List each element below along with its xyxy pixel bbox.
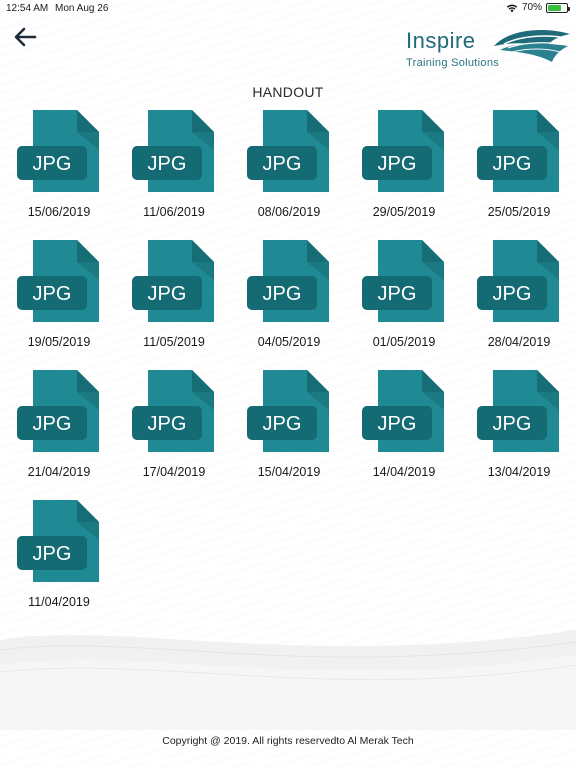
file-type-label: JPG xyxy=(378,153,417,175)
file-date: 15/06/2019 xyxy=(27,205,91,219)
file-item[interactable]: JPG 11/06/2019 xyxy=(116,108,216,226)
file-type-label: JPG xyxy=(493,153,532,175)
jpg-file-icon: JPG xyxy=(247,110,329,192)
file-item[interactable]: JPG 14/04/2019 xyxy=(346,368,446,486)
jpg-file-icon: JPG xyxy=(17,240,99,322)
jpg-file-icon: JPG xyxy=(17,500,99,582)
jpg-file-icon: JPG xyxy=(17,110,99,192)
jpg-file-icon: JPG xyxy=(477,240,559,322)
file-type-label: JPG xyxy=(493,413,532,435)
jpg-file-icon: JPG xyxy=(362,110,444,192)
file-type-label: JPG xyxy=(263,413,302,435)
jpg-file-icon: JPG xyxy=(477,370,559,452)
battery-icon xyxy=(546,2,570,13)
back-button[interactable] xyxy=(10,24,40,50)
file-item[interactable]: JPG 08/06/2019 xyxy=(231,108,331,226)
file-date: 21/04/2019 xyxy=(27,465,91,479)
file-type-label: JPG xyxy=(263,283,302,305)
file-item[interactable]: JPG 19/05/2019 xyxy=(1,238,101,356)
file-date: 11/06/2019 xyxy=(143,205,205,219)
file-item[interactable]: JPG 11/05/2019 xyxy=(116,238,216,356)
file-date: 08/06/2019 xyxy=(257,205,321,219)
file-item[interactable]: JPG 17/04/2019 xyxy=(116,368,216,486)
battery-percent: 70% xyxy=(521,2,542,13)
file-type-label: JPG xyxy=(33,543,72,565)
logo-subtitle: Training Solutions xyxy=(406,57,500,69)
file-date: 25/05/2019 xyxy=(487,205,551,219)
file-item[interactable]: JPG 28/04/2019 xyxy=(461,238,561,356)
jpg-file-icon: JPG xyxy=(132,240,214,322)
logo-word: Inspire xyxy=(406,28,476,53)
file-item[interactable]: JPG 29/05/2019 xyxy=(346,108,446,226)
jpg-file-icon: JPG xyxy=(132,370,214,452)
file-date: 13/04/2019 xyxy=(487,465,551,479)
file-type-label: JPG xyxy=(378,283,417,305)
status-date: Mon Aug 26 xyxy=(55,3,109,14)
file-item[interactable]: JPG 13/04/2019 xyxy=(461,368,561,486)
file-type-label: JPG xyxy=(148,413,187,435)
status-right: 70% xyxy=(506,2,570,13)
file-date: 01/05/2019 xyxy=(372,335,436,349)
file-item[interactable]: JPG 15/04/2019 xyxy=(231,368,331,486)
file-date: 17/04/2019 xyxy=(142,465,206,479)
jpg-file-icon: JPG xyxy=(247,370,329,452)
file-type-label: JPG xyxy=(33,413,72,435)
file-date: 11/04/2019 xyxy=(28,595,90,609)
brand-logo: Inspire Training Solutions xyxy=(404,24,572,74)
file-item[interactable]: JPG 21/04/2019 xyxy=(1,368,101,486)
jpg-file-icon: JPG xyxy=(477,110,559,192)
file-item[interactable]: JPG 01/05/2019 xyxy=(346,238,446,356)
file-type-label: JPG xyxy=(378,413,417,435)
file-item[interactable]: JPG 11/04/2019 xyxy=(1,498,101,616)
file-date: 29/05/2019 xyxy=(372,205,436,219)
file-date: 19/05/2019 xyxy=(27,335,91,349)
file-type-label: JPG xyxy=(33,283,72,305)
file-date: 28/04/2019 xyxy=(487,335,551,349)
status-bar: 12:54 AM Mon Aug 26 70% xyxy=(0,0,576,18)
file-item[interactable]: JPG 15/06/2019 xyxy=(1,108,101,226)
file-item[interactable]: JPG 25/05/2019 xyxy=(461,108,561,226)
jpg-file-icon: JPG xyxy=(247,240,329,322)
file-date: 04/05/2019 xyxy=(257,335,321,349)
status-time: 12:54 AM xyxy=(6,3,49,14)
wifi-icon xyxy=(506,4,518,12)
file-type-label: JPG xyxy=(263,153,302,175)
jpg-file-icon: JPG xyxy=(17,370,99,452)
jpg-file-icon: JPG xyxy=(362,240,444,322)
file-date: 11/05/2019 xyxy=(143,335,205,349)
file-type-label: JPG xyxy=(493,283,532,305)
logo-swoosh-icon xyxy=(494,30,570,62)
arrow-left-icon xyxy=(14,27,37,47)
background-waves xyxy=(0,630,576,730)
file-date: 14/04/2019 xyxy=(372,465,436,479)
page-title: HANDOUT xyxy=(252,84,324,100)
file-type-label: JPG xyxy=(33,153,72,175)
file-type-label: JPG xyxy=(148,283,187,305)
file-date: 15/04/2019 xyxy=(257,465,321,479)
jpg-file-icon: JPG xyxy=(362,370,444,452)
jpg-file-icon: JPG xyxy=(132,110,214,192)
file-item[interactable]: JPG 04/05/2019 xyxy=(231,238,331,356)
file-type-label: JPG xyxy=(148,153,187,175)
footer-copyright: Copyright @ 2019. All rights reservedto … xyxy=(162,735,414,747)
